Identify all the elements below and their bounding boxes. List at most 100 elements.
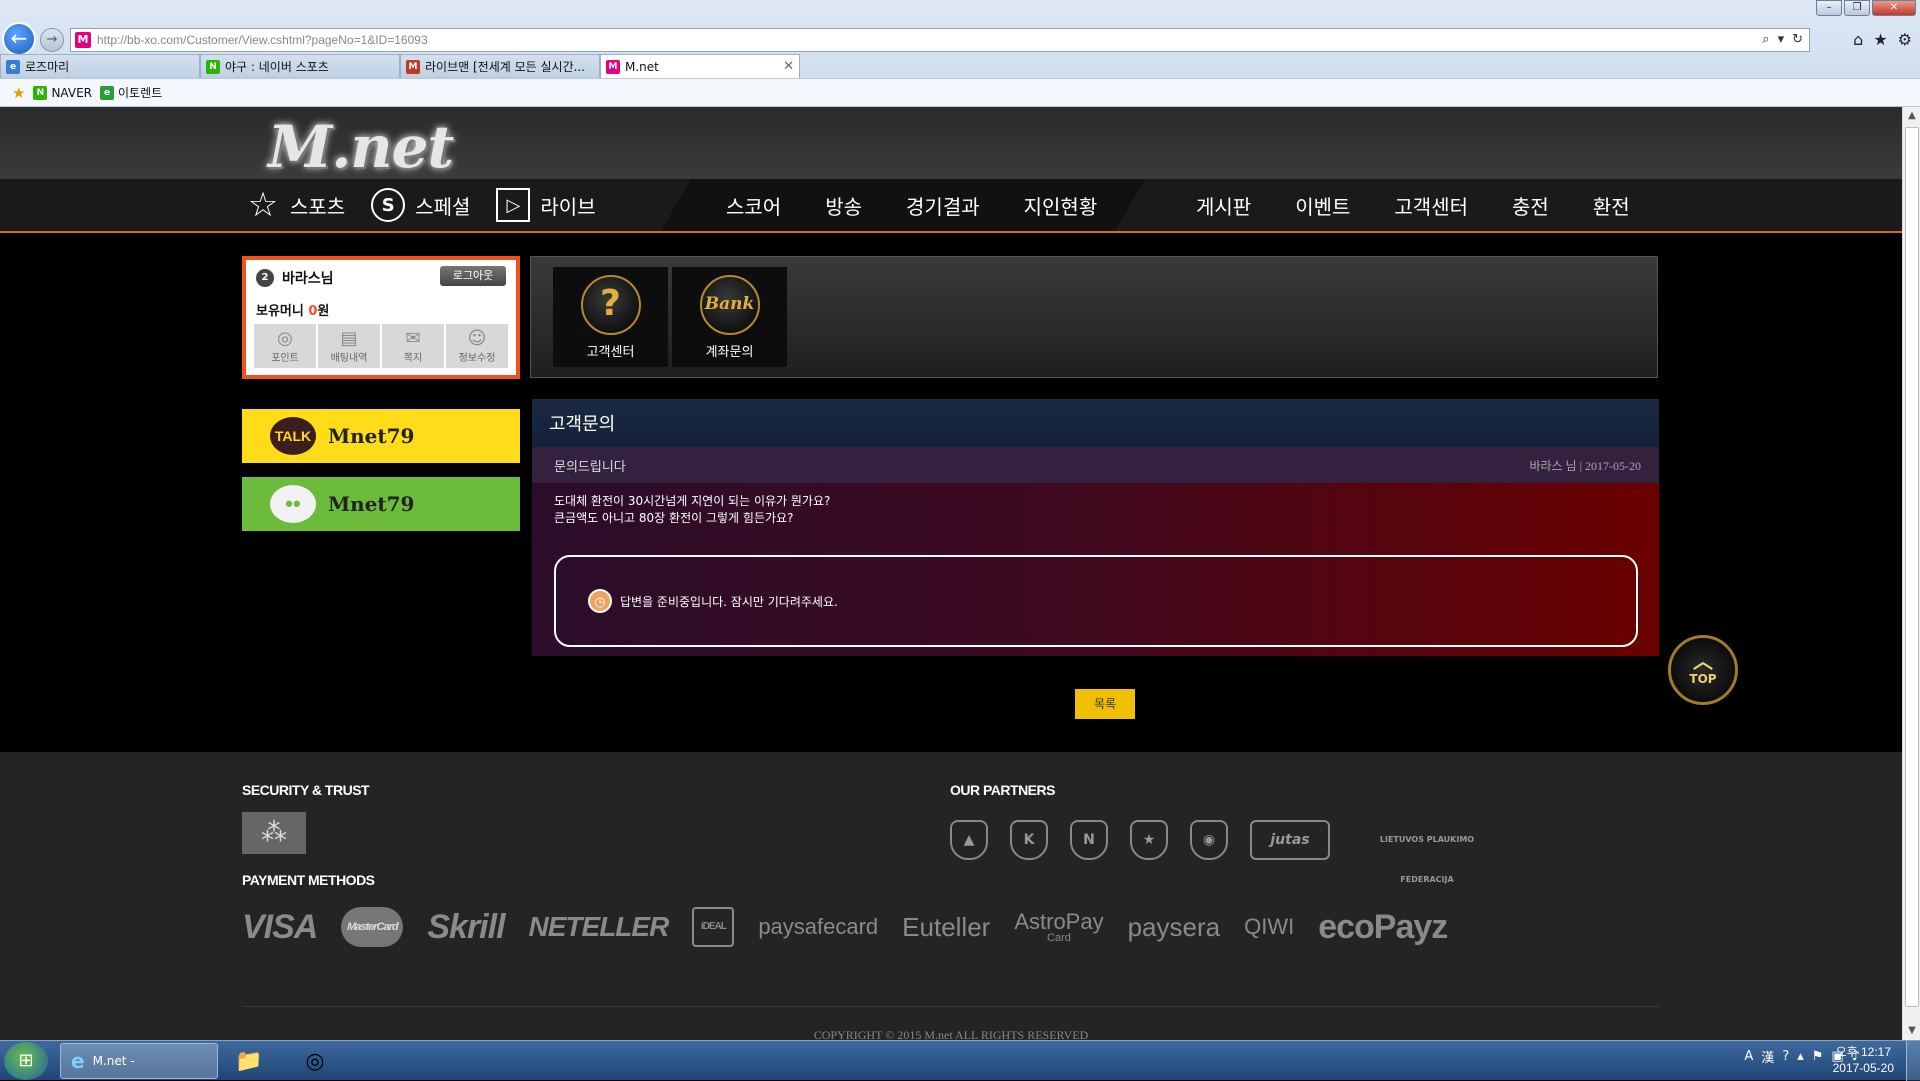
forward-button[interactable]: → — [40, 28, 64, 52]
kakaotalk-button[interactable]: TALK Mnet79 — [242, 409, 520, 463]
naver-favicon-icon: N — [206, 59, 220, 74]
star-icon: ☆ — [247, 185, 279, 225]
nav-sports[interactable]: ☆ 스포츠 — [246, 185, 346, 225]
footer-divider — [242, 1006, 1660, 1007]
user-header: 2 바라스님 — [256, 268, 334, 288]
dropdown-icon[interactable]: ▾ — [1778, 32, 1785, 47]
inquiry-line: 도대체 환전이 30시간넘게 지연이 되는 이유가 뭔가요? — [554, 494, 831, 508]
paysera-logo: paysera — [1127, 911, 1221, 942]
mnet-favicon-icon: M — [606, 59, 620, 74]
nav-customer-center[interactable]: 고객센터 — [1394, 191, 1468, 220]
points-button[interactable]: ◎ 포인트 — [254, 324, 316, 368]
edit-profile-button[interactable]: ☺ 정보수정 — [446, 324, 508, 368]
level-icon: 2 — [256, 269, 274, 287]
close-window-button[interactable]: ✕ — [1872, 0, 1916, 16]
partners-title: OUR PARTNERS — [950, 782, 1055, 798]
nav-results[interactable]: 경기결과 — [906, 191, 980, 220]
nav-label: 스포츠 — [290, 194, 346, 219]
wechat-button[interactable]: •• Mnet79 — [242, 477, 520, 531]
gear-icon[interactable]: ⚙ — [1898, 30, 1912, 49]
ecopayz-logo: ecoPayz — [1318, 907, 1448, 946]
favorite-naver[interactable]: N NAVER — [33, 85, 92, 100]
help-icon[interactable]: ? — [1782, 1049, 1789, 1064]
flag-icon[interactable]: ⚑ — [1812, 1049, 1824, 1064]
account-inquiry-link[interactable]: Bank 계좌문의 — [672, 267, 787, 367]
reply-text: 답변을 준비중입니다. 잠시만 기다려주세요. — [620, 594, 838, 609]
nav-events[interactable]: 이벤트 — [1295, 191, 1350, 220]
nav-special[interactable]: S 스페셜 — [371, 188, 470, 222]
restore-button[interactable]: ❐ — [1844, 0, 1870, 16]
address-bar[interactable]: M http://bb-xo.com/Customer/View.cshtml?… — [70, 28, 1810, 52]
browser-tab[interactable]: M 라이브맨 [전세계 모든 실시간... — [400, 54, 600, 78]
nav-board[interactable]: 게시판 — [1196, 191, 1251, 220]
show-desktop-button[interactable] — [1906, 1041, 1920, 1081]
mastercard-logo: MasterCard — [341, 907, 404, 947]
hanja-icon[interactable]: 漢 — [1761, 1047, 1774, 1066]
folder-icon[interactable]: 📁 — [232, 1045, 266, 1077]
eu-stars-icon: ⁂ — [242, 812, 306, 854]
start-button[interactable]: ⊞ — [4, 1042, 48, 1080]
inquiry-subject-row: 문의드립니다 바라스 님 | 2017-05-20 — [532, 447, 1659, 483]
browser-tab[interactable]: N 야구 : 네이버 스포츠 — [200, 54, 400, 78]
browser-toolbar-icons: ⌂ ★ ⚙ — [1853, 30, 1912, 49]
skrill-logo: Skrill — [427, 907, 505, 946]
chrome-icon[interactable]: ◎ — [298, 1045, 332, 1077]
close-tab-icon[interactable]: ✕ — [783, 59, 794, 74]
home-icon[interactable]: ⌂ — [1853, 30, 1863, 49]
user-actions: ◎ 포인트 ▤ 배팅내역 ✉ 쪽지 ☺ 정보수정 — [254, 324, 508, 368]
tray-expand-icon[interactable]: ▴ — [1797, 1049, 1804, 1064]
liveman-favicon-icon: M — [406, 59, 420, 74]
partner-logo-lpf: LIETUVOS PLAUKIMO FEDERACIJA — [1379, 835, 1475, 884]
minimize-button[interactable]: – — [1816, 0, 1842, 16]
bet-history-button[interactable]: ▤ 배팅내역 — [318, 324, 380, 368]
clock[interactable]: 오후 12:17 2017-05-20 — [1833, 1044, 1894, 1076]
browser-tab-active[interactable]: M M.net ✕ — [600, 54, 800, 78]
scroll-down-icon[interactable]: ▼ — [1903, 1022, 1920, 1040]
inquiry-line: 큰금액도 아니고 80장 환전이 그렇게 힘든가요? — [554, 511, 794, 525]
tab-label: 로즈마리 — [25, 60, 70, 74]
browser-tab[interactable]: e 로즈마리 — [0, 54, 200, 78]
partner-logo-juta: jutas — [1250, 820, 1330, 860]
astropay-logo: AstroPay Card — [1014, 910, 1103, 944]
nav-deposit[interactable]: 충전 — [1512, 191, 1549, 220]
refresh-icon[interactable]: ↻ — [1792, 32, 1803, 47]
list-button[interactable]: 목록 — [1075, 689, 1135, 719]
language-icon[interactable]: A — [1744, 1049, 1753, 1064]
user-icon: ☺ — [467, 328, 487, 349]
url-text[interactable]: http://bb-xo.com/Customer/View.cshtml?pa… — [97, 33, 428, 47]
scroll-top-button[interactable]: ︿ TOP — [1668, 635, 1738, 705]
browser-tabs: e 로즈마리 N 야구 : 네이버 스포츠 M 라이브맨 [전세계 모든 실시간… — [0, 54, 800, 78]
nav-referrals[interactable]: 지인현황 — [1024, 191, 1098, 220]
add-favorite-icon[interactable]: ★ — [12, 84, 25, 102]
reply-box: ◷ 답변을 준비중입니다. 잠시만 기다려주세요. — [554, 555, 1638, 647]
customer-center-link[interactable]: ? 고객센터 — [553, 267, 668, 367]
site-logo[interactable]: M.net — [268, 113, 454, 181]
messages-button[interactable]: ✉ 쪽지 — [382, 324, 444, 368]
tab-label: 야구 : 네이버 스포츠 — [225, 60, 329, 74]
logout-button[interactable]: 로그아웃 — [440, 266, 506, 286]
nav-withdraw[interactable]: 환전 — [1593, 191, 1630, 220]
favorite-etorrent[interactable]: e 이토렌트 — [100, 84, 162, 101]
page-viewport: M.net ☆ 스포츠 S 스페셜 ▷ 라이브 스코어 방송 경기결과 지인현황… — [0, 107, 1902, 1040]
nav-label: 스페셜 — [415, 194, 471, 219]
back-button[interactable]: ← — [2, 22, 36, 56]
balance: 보유머니 0원 — [256, 300, 329, 319]
search-icon[interactable]: ⌕ — [1762, 32, 1769, 47]
scroll-up-icon[interactable]: ▲ — [1903, 107, 1920, 125]
taskbar-ie-window[interactable]: e M.net - — [60, 1043, 218, 1079]
page-scrollbar[interactable]: ▲ ▼ — [1902, 107, 1920, 1040]
inquiry-panel: 고객문의 문의드립니다 바라스 님 | 2017-05-20 도대체 환전이 3… — [532, 399, 1659, 656]
clock-icon: ◷ — [588, 589, 612, 613]
scroll-thumb[interactable] — [1905, 127, 1919, 1007]
nav-live[interactable]: ▷ 라이브 — [496, 188, 596, 222]
tab-label: M.net — [625, 59, 659, 74]
balance-unit: 원 — [317, 304, 330, 319]
nav-broadcast[interactable]: 방송 — [825, 191, 862, 220]
clock-date: 2017-05-20 — [1832, 1061, 1894, 1075]
taskbar-window-label: M.net - — [92, 1054, 135, 1068]
action-label: 포인트 — [271, 353, 299, 364]
favorites-star-icon[interactable]: ★ — [1873, 30, 1887, 49]
nav-score[interactable]: 스코어 — [726, 191, 781, 220]
wechat-icon: •• — [270, 485, 316, 523]
security-title: SECURITY & TRUST — [242, 782, 370, 798]
